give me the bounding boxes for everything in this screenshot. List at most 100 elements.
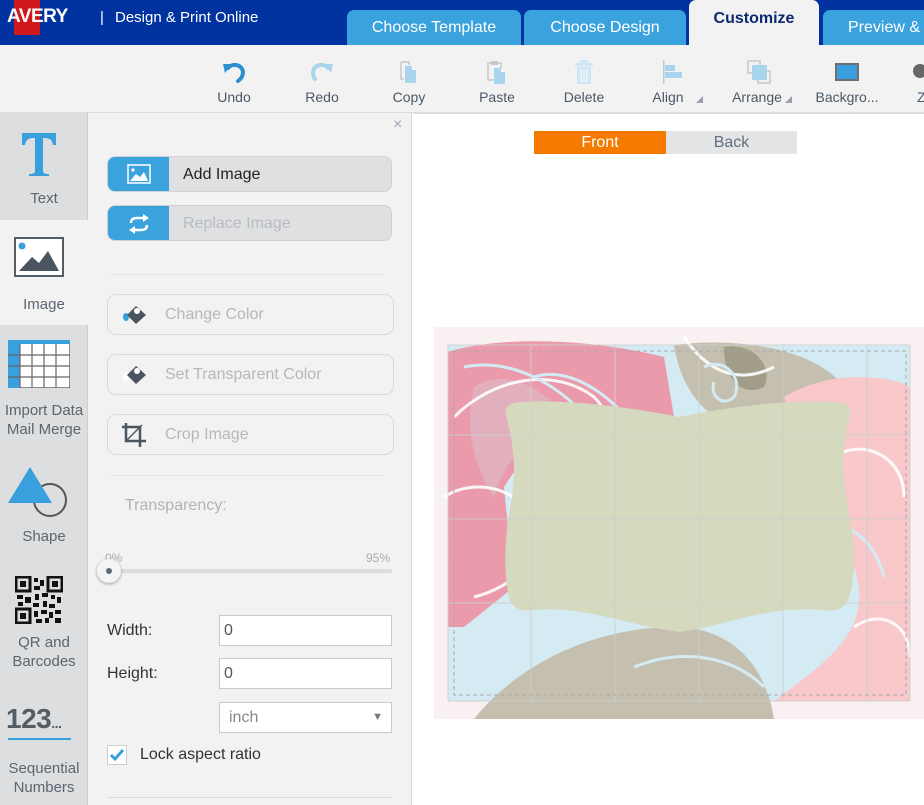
height-input[interactable] [219, 658, 392, 689]
copy-label: Copy [392, 89, 426, 105]
arrange-icon [747, 60, 771, 84]
brand-separator: | [100, 9, 104, 26]
panel-divider [110, 475, 384, 476]
unit-select[interactable]: inch ▼ [219, 702, 392, 733]
copy-icon [400, 61, 416, 83]
image-icon [127, 164, 151, 184]
delete-button[interactable]: Delete [544, 45, 624, 113]
qr-line2: Barcodes [12, 653, 76, 670]
sage-frame [505, 401, 855, 632]
sequential-underline [8, 738, 71, 740]
replace-image-label: Replace Image [183, 215, 291, 232]
toolbar: Undo Redo Copy Paste Delete Align Arrang… [0, 45, 924, 113]
set-transparent-color-button[interactable]: Set Transparent Color [107, 354, 394, 395]
redo-label: Redo [305, 89, 339, 105]
sequential-numbers-icon: 123... [6, 703, 62, 734]
add-image-icon-area [108, 157, 169, 191]
left-sidebar: Text Image Import Data Mail Merge Shape Q… [0, 113, 88, 805]
transparency-label: Transparency: [125, 497, 227, 514]
import-data-line1: Import Data [4, 402, 84, 419]
qr-code-icon [15, 576, 63, 624]
sidebar-label-sequential: Sequential Numbers [0, 759, 98, 797]
transparency-slider-track[interactable] [107, 569, 392, 573]
zoom-icon [913, 64, 924, 78]
delete-icon [575, 60, 593, 84]
shape-icon [8, 467, 67, 517]
crop-icon [122, 423, 146, 447]
align-button[interactable]: Align [632, 45, 712, 113]
table-icon [8, 340, 70, 388]
lock-aspect-checkbox[interactable] [107, 745, 127, 765]
delete-label: Delete [563, 89, 605, 105]
chevron-down-icon: ▼ [372, 711, 383, 723]
background-button[interactable]: Backgro... [807, 45, 887, 113]
paste-icon [487, 61, 505, 84]
import-data-line2: Mail Merge [6, 421, 82, 438]
sequential-line1: Sequential [8, 760, 80, 777]
sidebar-label-shape: Shape [22, 528, 66, 545]
zoom-button[interactable]: Z [882, 45, 924, 113]
paint-bucket-icon [123, 306, 146, 324]
top-header: AVERY | Design & Print Online Choose Tem… [0, 0, 924, 45]
sequential-line2: Numbers [13, 779, 75, 796]
undo-label: Undo [217, 89, 251, 105]
width-input[interactable] [219, 615, 392, 646]
sidebar-label-qr: QR and Barcodes [0, 633, 98, 671]
front-side-tab[interactable]: Front [534, 131, 666, 154]
sidebar-item-qr-barcodes[interactable]: QR and Barcodes [0, 555, 88, 677]
tab-choose-template[interactable]: Choose Template [347, 10, 521, 45]
set-transparent-color-label: Set Transparent Color [165, 366, 322, 383]
image-icon [14, 237, 64, 277]
zoom-label: Z [917, 89, 924, 105]
tab-customize[interactable]: Customize [689, 0, 819, 45]
qr-line1: QR and [18, 634, 70, 651]
transparency-slider-handle[interactable] [97, 559, 121, 583]
panel-divider [110, 274, 384, 275]
tab-preview[interactable]: Preview & [823, 10, 924, 45]
sidebar-item-image[interactable]: Image [0, 220, 88, 325]
undo-button[interactable]: Undo [194, 45, 274, 113]
transparency-max-label: 95% [366, 551, 391, 565]
sidebar-label-image: Image [23, 296, 65, 313]
crop-image-button[interactable]: Crop Image [107, 414, 394, 455]
unit-select-value: inch [229, 709, 259, 726]
checkmark-icon [109, 749, 125, 762]
redo-icon [310, 62, 333, 81]
copy-button[interactable]: Copy [369, 45, 449, 113]
undo-icon [223, 62, 246, 83]
app-title: Design & Print Online [115, 9, 259, 26]
back-side-tab[interactable]: Back [666, 131, 797, 154]
replace-image-button[interactable]: Replace Image [107, 205, 392, 241]
close-panel-button[interactable]: × [393, 116, 402, 134]
change-color-button[interactable]: Change Color [107, 294, 394, 335]
arrange-dropdown-indicator [785, 96, 792, 103]
sidebar-item-shape[interactable]: Shape [0, 445, 88, 555]
sidebar-item-import-data[interactable]: Import Data Mail Merge [0, 325, 88, 445]
avery-logo[interactable]: AVERY [7, 6, 68, 28]
background-label: Backgro... [815, 89, 879, 105]
add-image-button[interactable]: Add Image [107, 156, 392, 192]
background-icon [835, 63, 859, 81]
replace-image-icon-area [108, 206, 169, 240]
tab-choose-design[interactable]: Choose Design [524, 10, 686, 45]
height-label: Height: [107, 665, 158, 682]
label-design-preview[interactable] [434, 327, 924, 719]
add-image-label: Add Image [183, 166, 261, 183]
paste-button[interactable]: Paste [457, 45, 537, 113]
sidebar-label-text: Text [30, 190, 58, 207]
sidebar-item-text[interactable]: Text [0, 113, 88, 220]
lock-aspect-label: Lock aspect ratio [140, 746, 261, 763]
text-icon [22, 133, 56, 176]
sequential-glyph: 123 [6, 703, 52, 734]
transparent-bucket-icon [123, 366, 146, 384]
crop-image-label: Crop Image [165, 426, 249, 443]
align-dropdown-indicator [696, 96, 703, 103]
width-label: Width: [107, 622, 153, 639]
arrange-button[interactable]: Arrange [719, 45, 799, 113]
sidebar-item-sequential-numbers[interactable]: 123... Sequential Numbers [0, 677, 88, 805]
paste-label: Paste [479, 89, 515, 105]
panel-bottom-divider [107, 797, 392, 798]
redo-button[interactable]: Redo [282, 45, 362, 113]
replace-icon [129, 214, 149, 234]
sidebar-label-import-data: Import Data Mail Merge [0, 401, 98, 439]
